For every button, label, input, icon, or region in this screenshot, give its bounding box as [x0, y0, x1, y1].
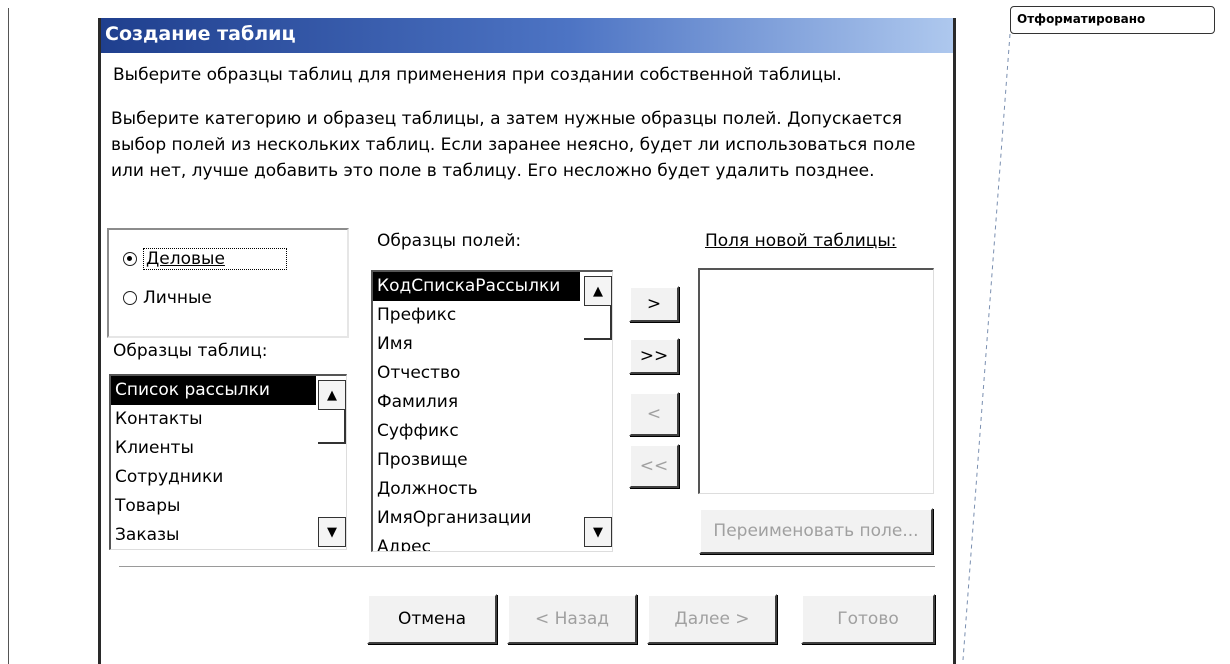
dialog-titlebar: Создание таблиц [101, 18, 953, 53]
list-item[interactable]: Список рассылки [111, 376, 346, 405]
scroll-thumb[interactable] [318, 410, 346, 444]
scroll-up-icon[interactable]: ▲ [318, 380, 346, 410]
remove-field-button[interactable]: < [629, 392, 679, 436]
list-item[interactable]: Адрес [373, 533, 612, 551]
create-table-dialog: Создание таблиц Выберите образцы таблиц … [98, 18, 956, 664]
document-margin-line [8, 8, 9, 664]
category-group: Деловые Личные [107, 228, 349, 338]
list-item[interactable]: ИмяОрганизации [373, 504, 612, 533]
intro-text: Выберите образцы таблиц для применения п… [113, 65, 842, 85]
fields-scrollbar[interactable]: ▲ ▼ [582, 272, 612, 551]
list-item[interactable]: Отчество [373, 359, 612, 388]
cancel-button[interactable]: Отмена [367, 594, 497, 644]
scroll-up-icon[interactable]: ▲ [584, 276, 612, 306]
tables-scrollbar[interactable]: ▲ ▼ [316, 376, 346, 549]
list-item[interactable]: КодСпискаРассылки [373, 272, 580, 301]
rename-field-button[interactable]: Переименовать поле... [699, 508, 933, 554]
list-item[interactable]: Префикс [373, 301, 612, 330]
radio-personal-label: Личные [143, 288, 212, 308]
finish-button[interactable]: Готово [801, 594, 935, 644]
new-fields-listbox[interactable] [698, 268, 934, 494]
list-item[interactable]: Фамилия [373, 388, 612, 417]
remove-all-fields-button[interactable]: << [629, 444, 679, 488]
sample-tables-listbox[interactable]: Список рассылки Контакты Клиенты Сотрудн… [109, 374, 347, 550]
add-field-button[interactable]: > [629, 286, 679, 322]
next-button[interactable]: Далее > [647, 594, 777, 644]
list-item[interactable]: Прозвище [373, 446, 612, 475]
list-item[interactable]: Заказы [111, 521, 346, 549]
back-button[interactable]: < Назад [507, 594, 637, 644]
radio-unselected-icon [123, 291, 137, 305]
instructions-text: Выберите категорию и образец таблицы, а … [111, 109, 916, 181]
comment-balloon-label: Отформатировано [1017, 12, 1146, 26]
list-item[interactable]: Имя [373, 330, 612, 359]
dialog-title: Создание таблиц [105, 23, 296, 45]
radio-business-label: Деловые [146, 249, 225, 269]
scroll-thumb[interactable] [584, 306, 612, 340]
footer-separator [119, 566, 935, 568]
radio-personal[interactable]: Личные [123, 288, 212, 308]
radio-business[interactable]: Деловые [123, 248, 287, 270]
list-item[interactable]: Товары [111, 492, 346, 521]
scroll-down-icon[interactable]: ▼ [318, 517, 346, 547]
new-fields-label: Поля новой таблицы: [705, 231, 897, 251]
sample-tables-label: Образцы таблиц: [113, 341, 268, 361]
list-item[interactable]: Клиенты [111, 434, 346, 463]
connector-dash [962, 33, 1011, 661]
list-item[interactable]: Сотрудники [111, 463, 346, 492]
list-item[interactable]: Должность [373, 475, 612, 504]
radio-selected-icon [123, 252, 137, 266]
list-item[interactable]: Суффикс [373, 417, 612, 446]
sample-fields-label: Образцы полей: [377, 231, 522, 251]
comment-connector-line [962, 33, 1011, 661]
comment-balloon[interactable]: Отформатировано [1010, 6, 1215, 34]
sample-fields-listbox[interactable]: КодСпискаРассылки Префикс Имя Отчество Ф… [371, 270, 613, 552]
list-item[interactable]: Контакты [111, 405, 346, 434]
scroll-down-icon[interactable]: ▼ [584, 517, 612, 547]
add-all-fields-button[interactable]: >> [629, 338, 679, 374]
